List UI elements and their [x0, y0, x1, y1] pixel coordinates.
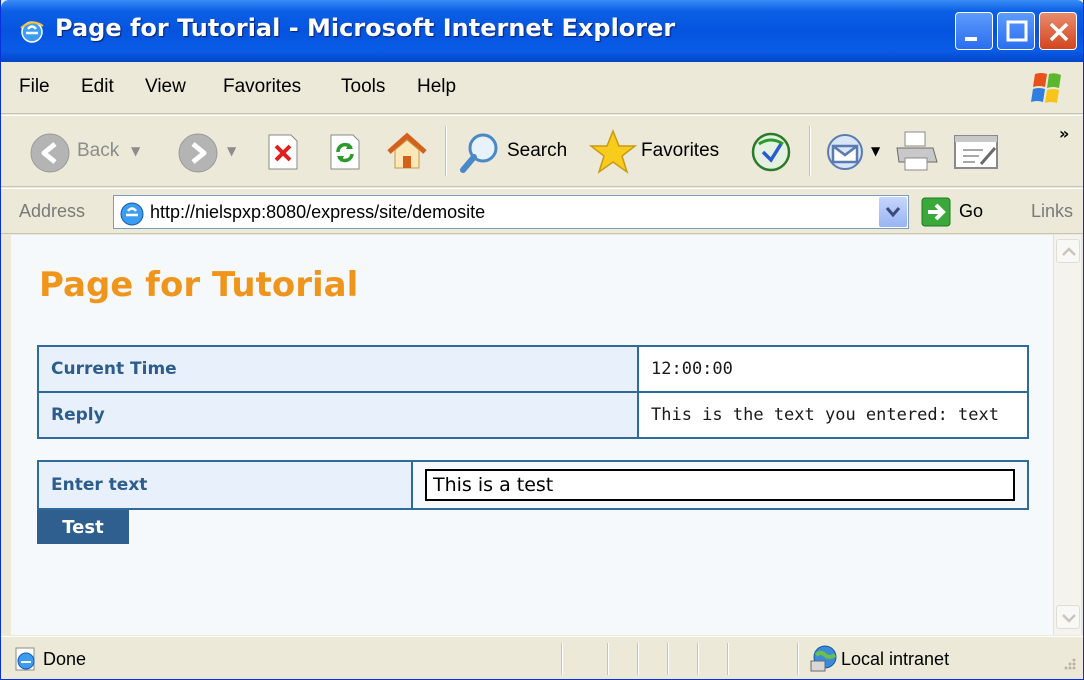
minimize-button[interactable]: [955, 12, 993, 50]
menu-file[interactable]: File: [19, 76, 50, 98]
test-button[interactable]: Test: [37, 510, 129, 544]
text-form: Enter text: [37, 460, 1029, 510]
print-icon[interactable]: [893, 128, 939, 174]
menu-edit[interactable]: Edit: [81, 76, 114, 98]
status-divider: [637, 643, 639, 675]
back-dropdown-icon[interactable]: ▼: [131, 144, 140, 158]
ie-logo-icon: [20, 21, 44, 43]
back-arrow-icon[interactable]: [29, 132, 71, 174]
edit-page-icon[interactable]: [953, 132, 1001, 172]
info-table: Current Time 12:00:00 Reply This is the …: [37, 345, 1029, 439]
scroll-up-button[interactable]: [1056, 239, 1080, 263]
page-title: Page for Tutorial: [39, 265, 359, 305]
window-title: Page for Tutorial - Microsoft Internet E…: [55, 14, 676, 42]
back-label[interactable]: Back: [77, 140, 119, 162]
close-icon: [1049, 22, 1069, 42]
address-dropdown-button[interactable]: [879, 197, 907, 227]
forward-dropdown-icon[interactable]: ▼: [227, 144, 236, 158]
resize-grip-icon[interactable]: [1061, 657, 1077, 673]
address-input[interactable]: http://nielspxp:8080/express/site/demosi…: [113, 195, 909, 229]
close-button[interactable]: [1039, 12, 1077, 50]
enter-text-label: Enter text: [37, 460, 413, 510]
menu-help[interactable]: Help: [417, 76, 456, 98]
reply-label: Reply: [37, 391, 639, 439]
toolbar-separator: [809, 126, 811, 176]
refresh-icon[interactable]: [325, 132, 365, 172]
current-time-value: 12:00:00: [637, 345, 1029, 393]
toolbar-overflow-icon[interactable]: »: [1059, 124, 1069, 143]
status-text: Done: [43, 649, 87, 669]
forward-arrow-icon[interactable]: [177, 132, 219, 174]
table-row: Current Time 12:00:00: [37, 345, 1029, 393]
status-divider: [667, 643, 669, 675]
windows-logo-icon: [1027, 68, 1071, 110]
address-bar: Address http://nielspxp:8080/express/sit…: [1, 188, 1083, 234]
table-row: Enter text: [37, 460, 1029, 510]
search-label[interactable]: Search: [507, 140, 567, 162]
scroll-down-button[interactable]: [1056, 605, 1080, 629]
minimize-icon: [965, 37, 977, 41]
table-row: Reply This is the text you entered: text: [37, 391, 1029, 439]
page-done-icon: [15, 647, 35, 671]
vertical-scrollbar[interactable]: [1053, 235, 1081, 635]
ie-window: Page for Tutorial - Microsoft Internet E…: [0, 0, 1084, 680]
page-icon: [120, 202, 144, 226]
page-content: Page for Tutorial Current Time 12:00:00 …: [11, 235, 1053, 635]
menu-tools[interactable]: Tools: [341, 76, 385, 98]
favorites-label[interactable]: Favorites: [641, 140, 719, 162]
links-button[interactable]: Links: [1031, 201, 1073, 222]
status-divider: [797, 643, 799, 675]
chevron-down-icon: [1062, 614, 1076, 623]
mail-dropdown-icon[interactable]: ▼: [871, 144, 880, 158]
address-url[interactable]: http://nielspxp:8080/express/site/demosi…: [150, 202, 485, 223]
mail-icon[interactable]: [823, 132, 869, 172]
local-intranet-icon: [810, 645, 837, 672]
security-zone-label: Local intranet: [841, 649, 950, 669]
status-divider: [727, 643, 729, 675]
text-input-cell: [411, 460, 1029, 510]
menu-favorites[interactable]: Favorites: [223, 76, 301, 98]
text-input[interactable]: [425, 469, 1015, 501]
status-divider: [697, 643, 699, 675]
reply-value: This is the text you entered: text: [637, 391, 1029, 439]
chevron-down-icon: [885, 207, 901, 218]
maximize-button[interactable]: [997, 12, 1035, 50]
maximize-icon: [1006, 20, 1028, 42]
menu-view[interactable]: View: [145, 76, 186, 98]
address-label: Address: [19, 201, 86, 221]
status-divider: [561, 643, 563, 675]
status-bar: Done Local intranet: [1, 636, 1083, 679]
go-arrow-icon[interactable]: [921, 197, 951, 227]
chevron-up-icon: [1062, 247, 1076, 256]
menu-bar: File Edit View Favorites Tools Help: [1, 62, 1083, 114]
stop-icon[interactable]: [263, 132, 303, 172]
home-icon[interactable]: [385, 130, 429, 174]
standard-toolbar: Back ▼ ▼ Search Favorites ▼ »: [1, 115, 1083, 187]
go-button-label[interactable]: Go: [959, 201, 983, 222]
status-divider: [607, 643, 609, 675]
favorites-star-icon[interactable]: [589, 128, 637, 176]
current-time-label: Current Time: [37, 345, 639, 393]
search-icon[interactable]: [457, 130, 503, 176]
title-bar[interactable]: Page for Tutorial - Microsoft Internet E…: [1, 0, 1083, 62]
toolbar-separator: [445, 126, 447, 176]
media-icon[interactable]: [749, 130, 793, 174]
